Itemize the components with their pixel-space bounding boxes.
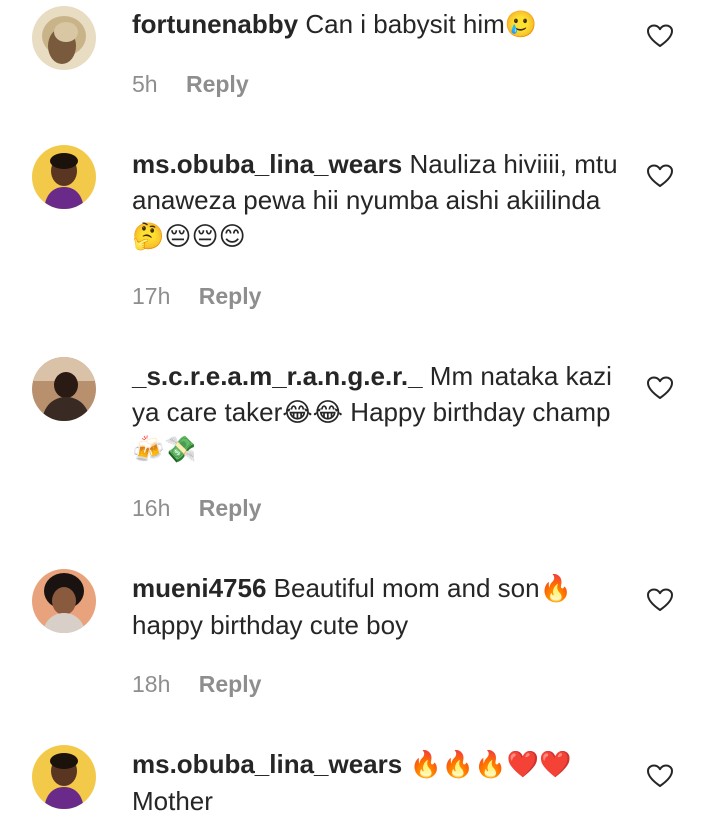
like-heart-icon[interactable]	[647, 376, 673, 400]
comment-text: Can i babysit him	[305, 9, 505, 39]
comment-body: mueni4756 Beautiful mom and son🔥 happy b…	[132, 570, 632, 643]
comment-emojis: 😂😂	[282, 398, 344, 428]
comment-time: 16h	[132, 495, 171, 521]
comment-time: 17h	[132, 283, 171, 309]
avatar[interactable]	[32, 745, 96, 809]
avatar-image	[32, 745, 96, 809]
comment-text-continued: Happy birthday champ	[350, 397, 611, 427]
comment-text: Beautiful mom and son	[273, 573, 540, 603]
comment-emojis: 🔥🔥🔥❤️❤️	[409, 750, 572, 780]
comment-username[interactable]: fortunenabby	[132, 9, 298, 39]
comment-username[interactable]: ms.obuba_lina_wears	[132, 149, 402, 179]
comment-username[interactable]: ms.obuba_lina_wears	[132, 749, 402, 779]
comment-time: 18h	[132, 671, 171, 697]
heart-outline-icon	[647, 376, 673, 399]
heart-outline-icon	[647, 588, 673, 611]
comment-text-continued: happy birthday cute boy	[132, 610, 409, 640]
comment-text-continued: Mother	[132, 786, 213, 816]
reply-button[interactable]: Reply	[199, 495, 262, 521]
reply-button[interactable]: Reply	[199, 671, 262, 697]
comment-meta: 18h Reply	[132, 670, 261, 698]
like-heart-icon[interactable]	[647, 764, 673, 788]
comment-time: 5h	[132, 71, 158, 97]
avatar[interactable]	[32, 357, 96, 421]
comment-username[interactable]: _s.c.r.e.a.m_r.a.n.g.e.r._	[132, 361, 423, 391]
comment-emojis-continued: 🍻💸	[132, 435, 197, 465]
comment-body: _s.c.r.e.a.m_r.a.n.g.e.r._ Mm nataka kaz…	[132, 358, 632, 468]
avatar[interactable]	[32, 569, 96, 633]
heart-outline-icon	[647, 764, 673, 787]
avatar-image	[32, 357, 96, 421]
comment-meta: 5h Reply	[132, 70, 249, 98]
avatar[interactable]	[32, 6, 96, 70]
comment-meta: 17h Reply	[132, 282, 261, 310]
comment-meta: 16h Reply	[132, 494, 261, 522]
heart-outline-icon	[647, 24, 673, 47]
comment-body: ms.obuba_lina_wears 🔥🔥🔥❤️❤️ Mother	[132, 746, 632, 819]
avatar-image	[32, 569, 96, 633]
comment-emojis: 🥲	[504, 10, 538, 40]
like-heart-icon[interactable]	[647, 588, 673, 612]
reply-button[interactable]: Reply	[199, 283, 262, 309]
comment-body: fortunenabby Can i babysit him🥲	[132, 6, 632, 43]
like-heart-icon[interactable]	[647, 24, 673, 48]
avatar[interactable]	[32, 145, 96, 209]
reply-button[interactable]: Reply	[186, 71, 249, 97]
avatar-image	[32, 145, 96, 209]
comment-emojis: 🤔😔😔😊	[132, 222, 246, 252]
comment-body: ms.obuba_lina_wears Nauliza hiviiii, mtu…	[132, 146, 632, 255]
comment-emojis: 🔥	[539, 574, 572, 604]
like-heart-icon[interactable]	[647, 164, 673, 188]
avatar-image	[32, 6, 96, 70]
comment-username[interactable]: mueni4756	[132, 573, 266, 603]
heart-outline-icon	[647, 164, 673, 187]
